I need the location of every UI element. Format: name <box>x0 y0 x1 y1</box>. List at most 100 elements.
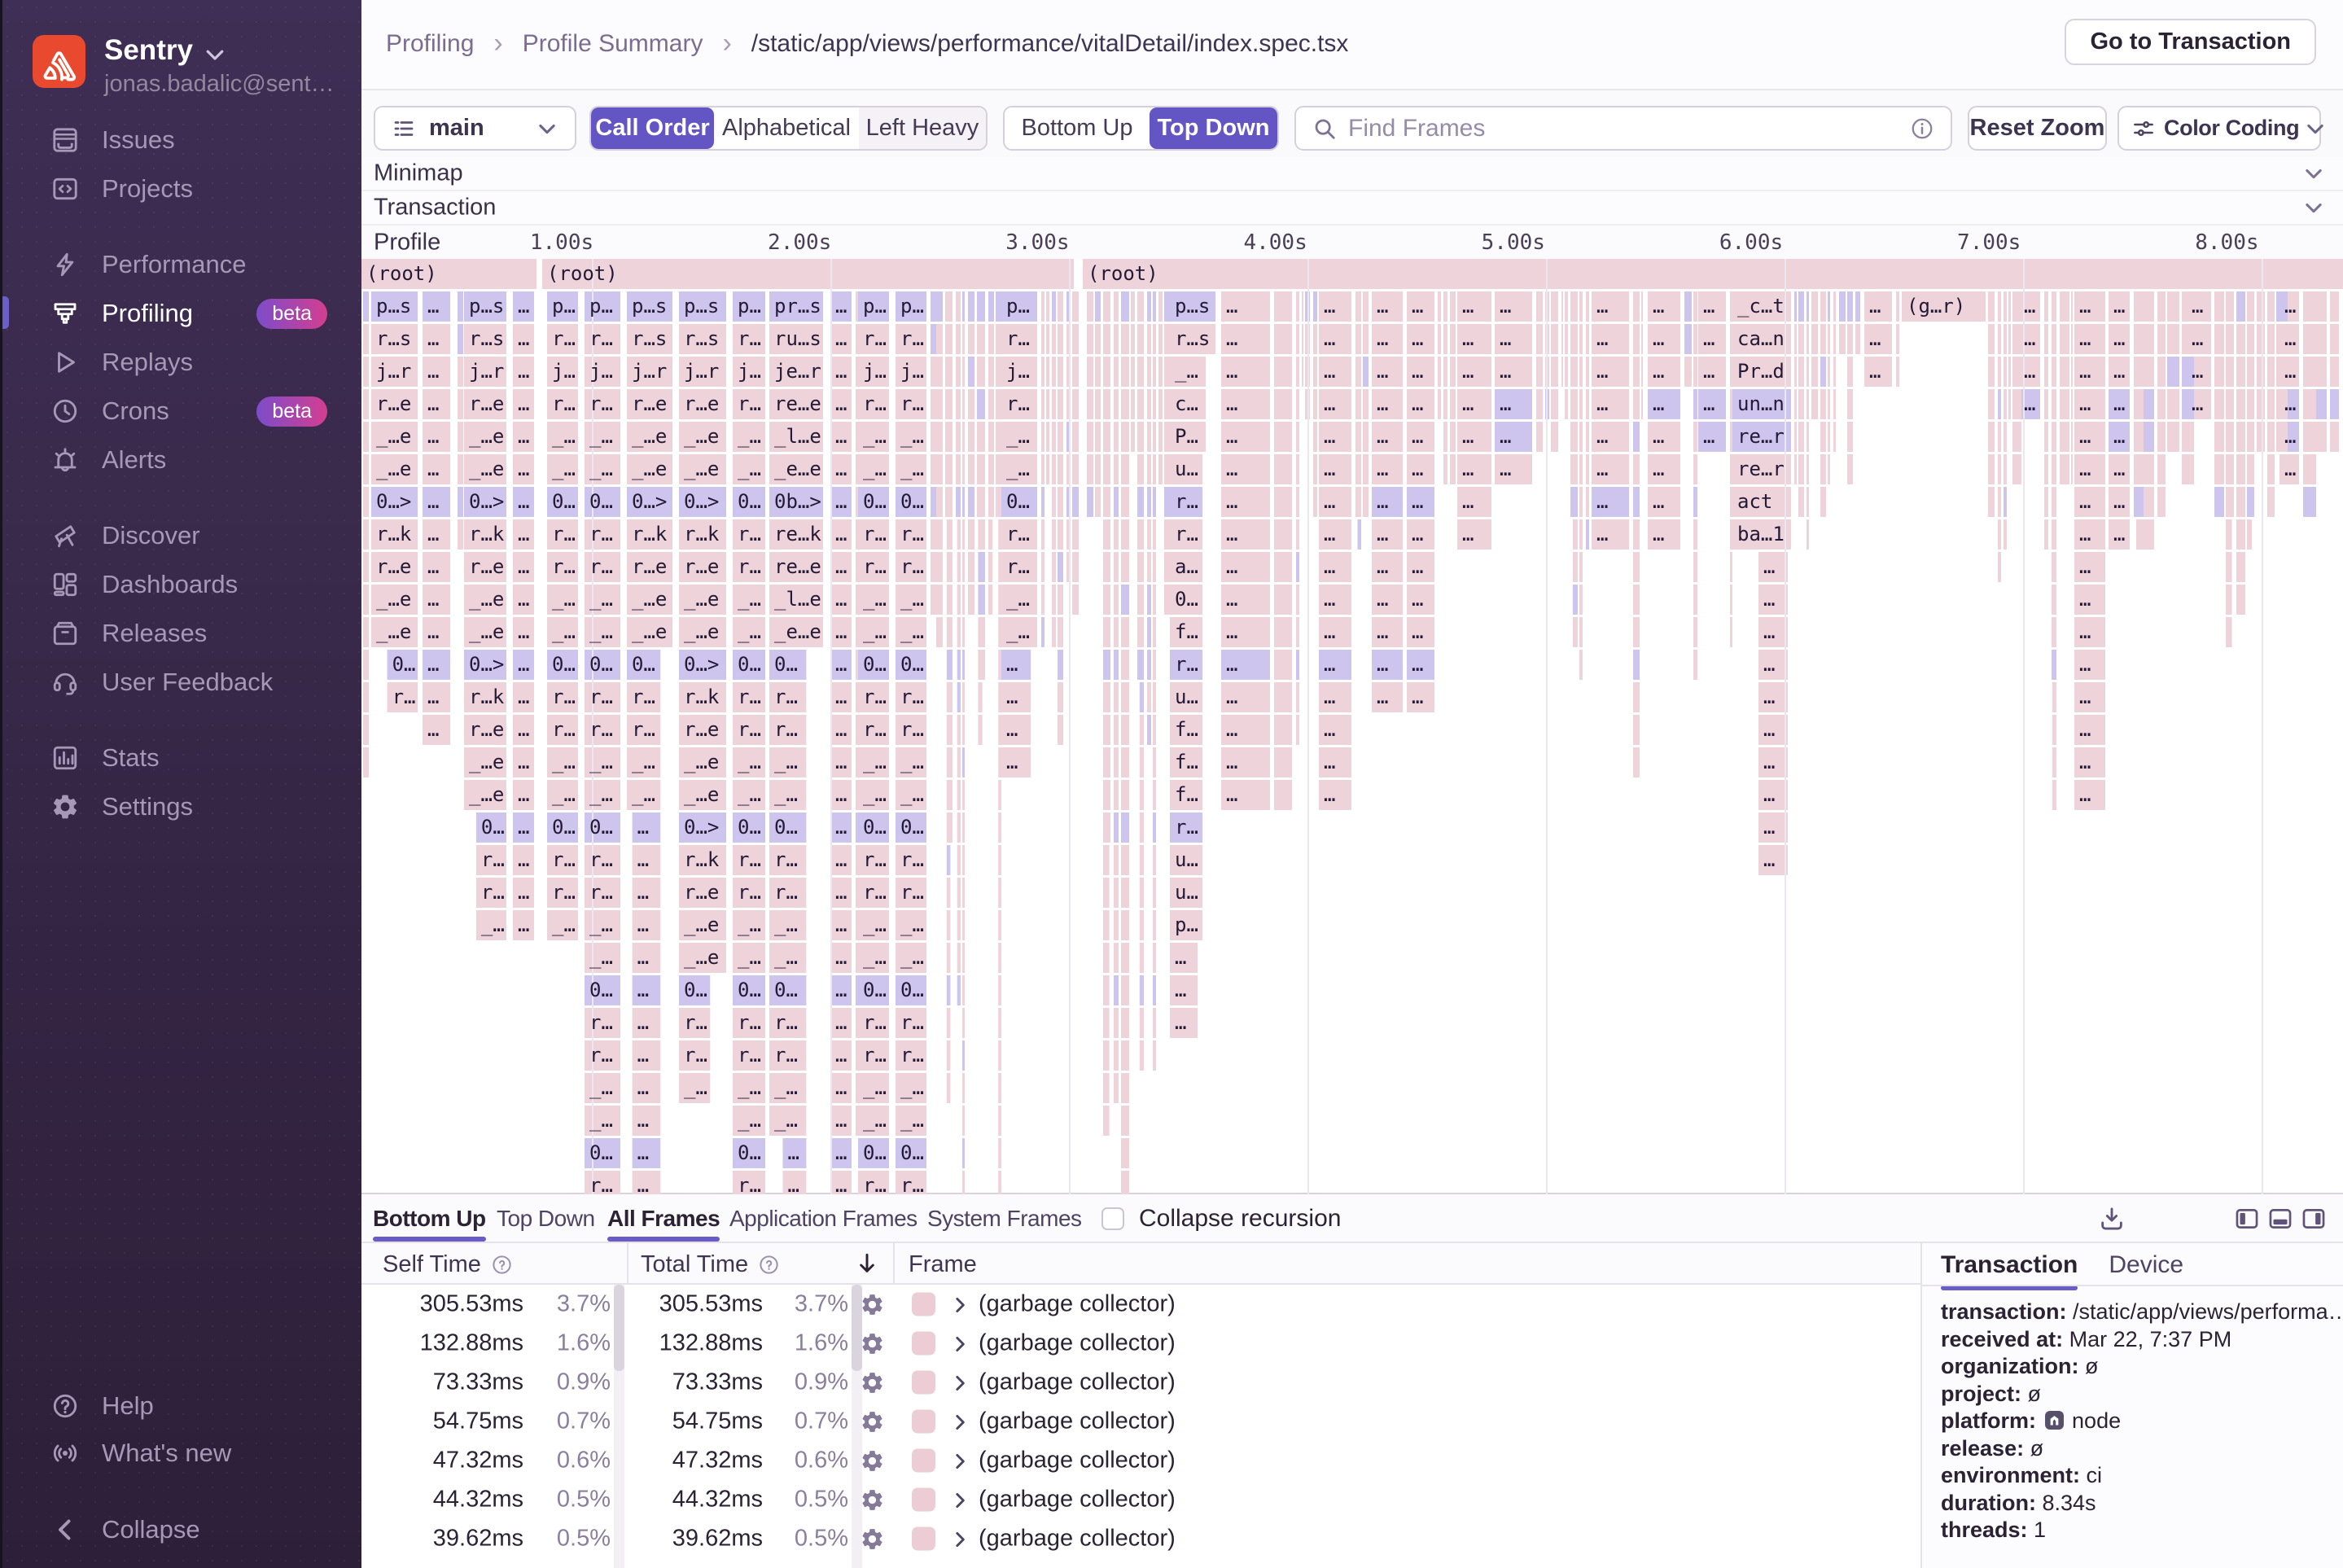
color-coding-button[interactable]: Color Coding <box>2117 106 2321 151</box>
expand-chevron-icon[interactable] <box>949 1451 970 1472</box>
self-time-header[interactable]: Self Time <box>383 1251 513 1278</box>
transaction-section-header[interactable]: Transaction <box>361 191 2343 226</box>
segment-left-heavy[interactable]: Left Heavy <box>859 107 986 149</box>
svg-text:r…: r… <box>552 392 576 415</box>
frame-table-row[interactable]: 73.33ms0.9%73.33ms0.9%(garbage collector… <box>361 1363 1920 1402</box>
svg-text:…: … <box>427 360 439 383</box>
svg-text:…: … <box>1324 392 1335 415</box>
frame-color-swatch <box>912 1293 935 1316</box>
segment-alphabetical[interactable]: Alphabetical <box>714 107 859 149</box>
expand-chevron-icon[interactable] <box>949 1294 970 1316</box>
export-profile-icon[interactable] <box>2098 1205 2126 1233</box>
breadcrumb-profile-summary[interactable]: Profile Summary <box>523 30 703 58</box>
svg-text:…: … <box>1324 685 1335 708</box>
sentry-logo[interactable] <box>33 35 85 88</box>
frame-settings-gear-icon[interactable] <box>860 1370 885 1395</box>
frame-table-row[interactable]: 305.53ms3.7%305.53ms3.7%(garbage collect… <box>361 1285 1920 1324</box>
info-icon[interactable] <box>1910 116 1934 141</box>
sidebar-item-user-feedback[interactable]: User Feedback <box>0 658 361 707</box>
question-icon[interactable] <box>758 1254 780 1276</box>
breadcrumb-profiling[interactable]: Profiling <box>386 30 474 58</box>
dock-left-icon[interactable] <box>2233 1205 2261 1233</box>
svg-text:…: … <box>518 458 529 480</box>
sidebar-item-help[interactable]: Help <box>0 1382 361 1430</box>
svg-text:…: … <box>518 392 529 415</box>
sidebar-item-stats[interactable]: Stats <box>0 734 361 782</box>
total-time-percent: 0.6% <box>795 1448 848 1474</box>
svg-text:…: … <box>1412 327 1423 350</box>
frame-table-row[interactable]: 132.88ms1.6%132.88ms1.6%(garbage collect… <box>361 1324 1920 1363</box>
minimap-section-header[interactable]: Minimap <box>361 157 2343 191</box>
frame-header[interactable]: Frame <box>909 1251 977 1278</box>
svg-text:…: … <box>1377 490 1388 513</box>
svg-text:…: … <box>1653 523 1664 545</box>
sort-descending-icon[interactable] <box>854 1250 880 1277</box>
minimap-label: Minimap <box>374 160 463 187</box>
expand-chevron-icon[interactable] <box>949 1529 970 1550</box>
sidebar-item-issues[interactable]: Issues <box>0 116 361 164</box>
frame-table-row[interactable]: 44.32ms0.5%44.32ms0.5%(garbage collector… <box>361 1480 1920 1519</box>
chevron-down-icon[interactable] <box>2302 162 2325 185</box>
frame-settings-gear-icon[interactable] <box>860 1292 885 1317</box>
frame-settings-gear-icon[interactable] <box>860 1409 885 1434</box>
segment-call-order[interactable]: Call Order <box>591 107 714 149</box>
sidebar-item-collapse[interactable]: Collapse <box>0 1505 361 1554</box>
expand-chevron-icon[interactable] <box>949 1373 970 1394</box>
sidebar-item-settings[interactable]: Settings <box>0 782 361 831</box>
expand-chevron-icon[interactable] <box>949 1334 970 1355</box>
sidebar-item-replays[interactable]: Replays <box>0 338 361 387</box>
svg-text:…: … <box>835 555 847 578</box>
question-icon[interactable] <box>491 1254 513 1276</box>
frame-table-row[interactable]: 47.32ms0.6%47.32ms0.6%(garbage collector… <box>361 1441 1920 1480</box>
org-name[interactable]: Sentry <box>104 34 193 67</box>
svg-text:…: … <box>1412 490 1423 513</box>
frame-settings-gear-icon[interactable] <box>860 1526 885 1552</box>
expand-chevron-icon[interactable] <box>949 1490 970 1511</box>
frame-table-row[interactable]: 39.62ms0.5%39.62ms0.5%(garbage collector… <box>361 1519 1920 1558</box>
svg-text:r…: r… <box>1006 392 1030 415</box>
frame-name: (garbage collector) <box>979 1369 1176 1396</box>
sidebar-item-performance[interactable]: Performance <box>0 240 361 289</box>
sidebar-item-projects[interactable]: Projects <box>0 164 361 213</box>
sidebar-item-discover[interactable]: Discover <box>0 511 361 560</box>
sidebar-item-profiling[interactable]: Profilingbeta <box>0 289 361 338</box>
segment-top-down[interactable]: Top Down <box>1150 107 1277 149</box>
total-time-percent: 1.6% <box>795 1330 848 1357</box>
total-time-scrollbar[interactable] <box>852 1285 862 1568</box>
svg-text:_…e: _…e <box>376 458 411 480</box>
sidebar-item-crons[interactable]: Cronsbeta <box>0 387 361 436</box>
svg-text:_…: _… <box>774 783 798 806</box>
svg-text:P…: P… <box>1175 425 1198 448</box>
svg-text:0…>: 0…> <box>684 816 719 839</box>
dock-bottom-icon[interactable] <box>2266 1205 2294 1233</box>
flame-graph[interactable]: (root)(root)(root)p…sr…sj…rr…e_…e_…e0…>r… <box>361 259 2343 1194</box>
total-time-header[interactable]: Total Time <box>641 1251 780 1278</box>
chevron-down-icon[interactable] <box>2302 196 2325 219</box>
frame-settings-gear-icon[interactable] <box>860 1487 885 1513</box>
expand-chevron-icon[interactable] <box>949 1412 970 1433</box>
svg-text:r…: r… <box>863 685 887 708</box>
find-frames-input[interactable]: Find Frames <box>1294 106 1952 151</box>
frame-table-row[interactable]: 54.75ms0.7%54.75ms0.7%(garbage collector… <box>361 1402 1920 1441</box>
dock-right-icon[interactable] <box>2300 1205 2328 1233</box>
thread-selector[interactable]: main <box>374 106 576 151</box>
svg-text:r…: r… <box>738 685 761 708</box>
thread-list-icon <box>392 116 416 141</box>
svg-text:(root): (root) <box>366 262 437 285</box>
self-time-scrollbar[interactable] <box>614 1285 624 1568</box>
svg-text:_…e: _…e <box>684 946 719 969</box>
sidebar-item-alerts[interactable]: Alerts <box>0 436 361 484</box>
go-to-transaction-button[interactable]: Go to Transaction <box>2065 19 2316 65</box>
svg-text:…: … <box>2024 360 2035 383</box>
segment-bottom-up[interactable]: Bottom Up <box>1005 107 1150 149</box>
sidebar-item-label: Help <box>102 1391 154 1421</box>
sidebar-item-dashboards[interactable]: Dashboards <box>0 560 361 609</box>
sidebar-item-releases[interactable]: Releases <box>0 609 361 658</box>
sidebar-item-whats-new[interactable]: What's new <box>0 1429 361 1478</box>
frame-settings-gear-icon[interactable] <box>860 1331 885 1356</box>
projects-icon <box>49 173 81 205</box>
svg-text:…: … <box>518 295 529 318</box>
frame-color-swatch <box>912 1488 935 1512</box>
reset-zoom-button[interactable]: Reset Zoom <box>1968 106 2107 151</box>
frame-settings-gear-icon[interactable] <box>860 1448 885 1474</box>
